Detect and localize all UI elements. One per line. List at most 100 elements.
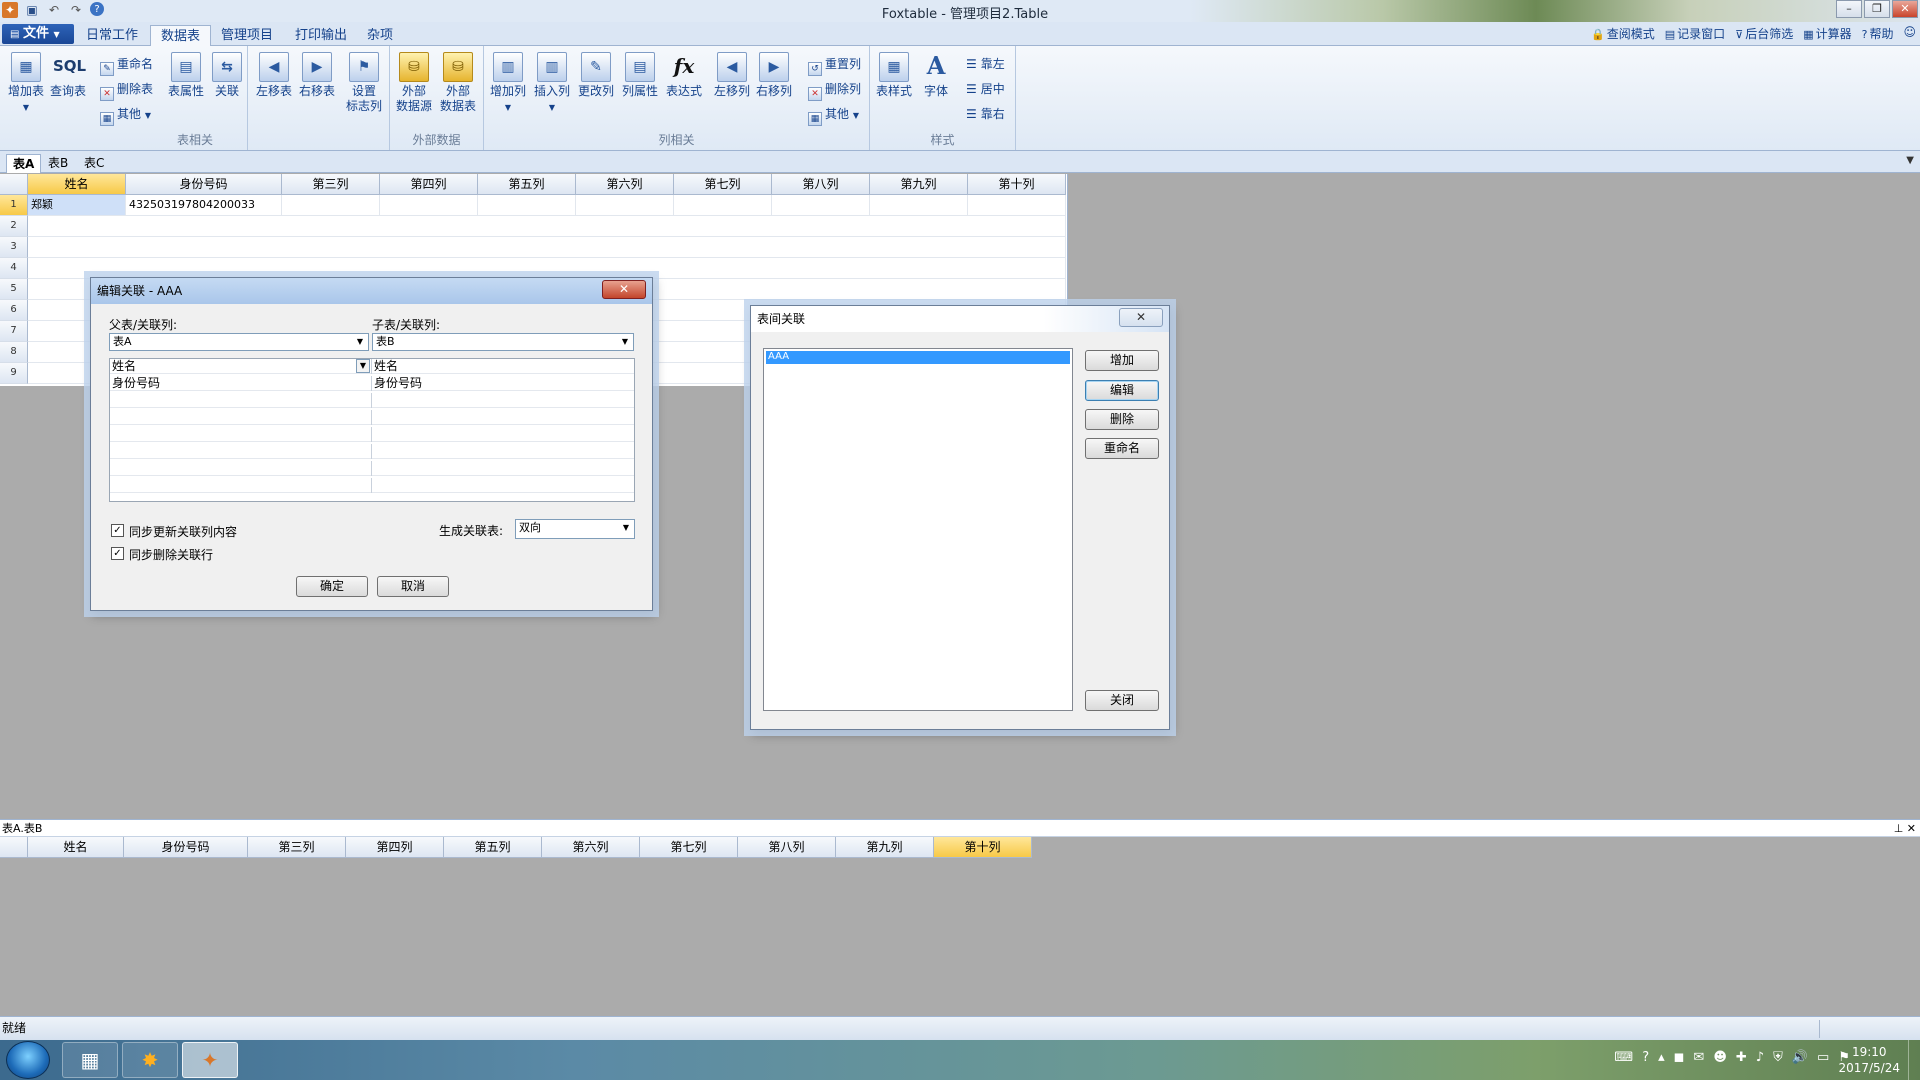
tab-misc[interactable]: 杂项	[357, 25, 403, 46]
column-properties-button[interactable]: ▤ 列属性	[618, 52, 662, 99]
row-number[interactable]: 1	[0, 195, 28, 216]
parent-column-cell[interactable]	[110, 478, 372, 493]
grid-corner[interactable]	[0, 837, 28, 858]
table-row[interactable]: 1 郑颖 432503197804200033	[0, 195, 1066, 216]
sheet-tab-a[interactable]: 表A	[6, 154, 42, 173]
column-header[interactable]: 姓名	[28, 837, 124, 858]
mapping-row[interactable]: 姓名 ▼ 姓名	[110, 359, 634, 374]
align-left-button[interactable]: ☰ 靠左	[966, 54, 1005, 74]
rename-table-button[interactable]: ✎ 重命名	[100, 54, 153, 76]
close-dialog-button[interactable]: 关闭	[1085, 690, 1159, 711]
table-style-button[interactable]: ▦ 表样式	[872, 52, 916, 99]
add-table-button[interactable]: ▦ 增加表 ▼	[4, 52, 48, 115]
column-header[interactable]: 第九列	[836, 837, 934, 858]
mapping-row[interactable]	[110, 478, 634, 493]
column-header[interactable]: 第八列	[772, 174, 870, 195]
audio-app-icon[interactable]: ♪	[1756, 1050, 1764, 1065]
table-cell[interactable]	[478, 195, 576, 216]
move-column-right-button[interactable]: ▶ 右移列	[752, 52, 796, 99]
minimize-button[interactable]: –	[1836, 0, 1862, 18]
expression-button[interactable]: fx 表达式	[662, 52, 706, 99]
close-button[interactable]: ✕	[1892, 0, 1918, 18]
table-cell[interactable]: 432503197804200033	[126, 195, 282, 216]
list-item[interactable]: AAA	[766, 351, 1070, 364]
parent-column-cell[interactable]: 身份号码	[110, 376, 372, 391]
column-header[interactable]: 第九列	[870, 174, 968, 195]
sync-update-checkbox[interactable]: ✓	[111, 524, 124, 537]
table-cell[interactable]	[28, 237, 1066, 258]
row-number[interactable]: 4	[0, 258, 28, 279]
table-cell[interactable]	[674, 195, 772, 216]
tab-manage-project[interactable]: 管理项目	[211, 25, 283, 46]
insert-column-button[interactable]: ▥ 插入列 ▼	[530, 52, 574, 115]
query-table-button[interactable]: SQL 查询表	[46, 52, 90, 99]
record-window-button[interactable]: ▤ 记录窗口	[1665, 25, 1725, 42]
row-number[interactable]: 2	[0, 216, 28, 237]
volume-icon[interactable]: 🔊	[1792, 1050, 1808, 1065]
table-cell[interactable]	[576, 195, 674, 216]
child-column-cell[interactable]	[372, 461, 634, 476]
edit-relation-button[interactable]: 编辑	[1085, 380, 1159, 401]
mapping-row[interactable]	[110, 444, 634, 459]
table-row[interactable]: 3	[0, 237, 1066, 258]
child-column-cell[interactable]	[372, 410, 634, 425]
row-number[interactable]: 3	[0, 237, 28, 258]
calculator-button[interactable]: ▦ 计算器	[1803, 25, 1851, 42]
mapping-row[interactable]	[110, 427, 634, 442]
relations-list[interactable]: AAA	[763, 348, 1073, 711]
help-button[interactable]: ? 帮助	[1862, 25, 1894, 42]
reset-column-button[interactable]: ↺ 重置列	[808, 54, 861, 76]
parent-column-cell[interactable]	[110, 410, 372, 425]
related-grid-body[interactable]	[0, 859, 1920, 1016]
child-table-select[interactable]: 表B ▼	[372, 333, 634, 351]
rename-relation-button[interactable]: 重命名	[1085, 438, 1159, 459]
taskbar-app-2[interactable]: ✸	[122, 1042, 178, 1078]
lookup-mode-button[interactable]: 🔒 查阅模式	[1591, 25, 1655, 42]
column-header[interactable]: 第四列	[346, 837, 444, 858]
column-header[interactable]: 第六列	[576, 174, 674, 195]
chevron-down-icon[interactable]: ▼	[356, 359, 370, 373]
font-button[interactable]: A 字体	[914, 52, 958, 99]
background-filter-button[interactable]: ⊽ 后台筛选	[1735, 25, 1793, 42]
table-row[interactable]: 2	[0, 216, 1066, 237]
parent-column-cell[interactable]	[110, 427, 372, 442]
column-header[interactable]: 第七列	[674, 174, 772, 195]
column-header[interactable]: 第三列	[248, 837, 346, 858]
tab-daily-work[interactable]: 日常工作	[76, 25, 148, 46]
table-cell[interactable]: 郑颖	[28, 195, 126, 216]
table-cell[interactable]	[380, 195, 478, 216]
dialog-close-button[interactable]: ✕	[602, 280, 646, 299]
parent-column-cell[interactable]: 姓名 ▼	[110, 359, 372, 374]
table-cell[interactable]	[870, 195, 968, 216]
external-source-button[interactable]: ⛁ 外部 数据源	[392, 52, 436, 114]
messenger-icon[interactable]: ✉	[1693, 1050, 1704, 1065]
show-desktop-button[interactable]	[1908, 1040, 1920, 1080]
sync-delete-checkbox[interactable]: ✓	[111, 547, 124, 560]
column-header[interactable]: 第五列	[478, 174, 576, 195]
relation-button[interactable]: ⇆ 关联	[205, 52, 249, 99]
network-app-icon[interactable]: ◼	[1674, 1050, 1685, 1065]
set-flag-column-button[interactable]: ⚑ 设置 标志列	[342, 52, 386, 114]
user-icon[interactable]: ☺	[1903, 25, 1916, 42]
file-menu-button[interactable]: ▤ 文件 ▼	[2, 24, 74, 44]
network-icon[interactable]: ▭	[1817, 1050, 1829, 1065]
security-icon[interactable]: ✚	[1736, 1050, 1747, 1065]
mapping-row[interactable]	[110, 410, 634, 425]
qq-icon[interactable]: ☻	[1713, 1050, 1727, 1065]
change-column-button[interactable]: ✎ 更改列	[574, 52, 618, 99]
taskbar-video-app[interactable]: ▦	[62, 1042, 118, 1078]
sheet-tab-c[interactable]: 表C	[78, 154, 110, 173]
dialog-close-button[interactable]: ✕	[1119, 308, 1163, 327]
clock[interactable]: 19:10 2017/5/24	[1838, 1044, 1900, 1076]
column-header[interactable]: 第五列	[444, 837, 542, 858]
mapping-row[interactable]	[110, 461, 634, 476]
parent-column-cell[interactable]	[110, 461, 372, 476]
child-column-cell[interactable]: 姓名	[372, 359, 634, 374]
keyboard-icon[interactable]: ⌨	[1614, 1050, 1633, 1065]
table-other-button[interactable]: ▦ 其他 ▼	[100, 104, 151, 126]
child-column-cell[interactable]	[372, 427, 634, 442]
ok-button[interactable]: 确定	[296, 576, 368, 597]
align-right-button[interactable]: ☰ 靠右	[966, 104, 1005, 124]
mapping-row[interactable]	[110, 393, 634, 408]
table-cell[interactable]	[28, 258, 1066, 279]
